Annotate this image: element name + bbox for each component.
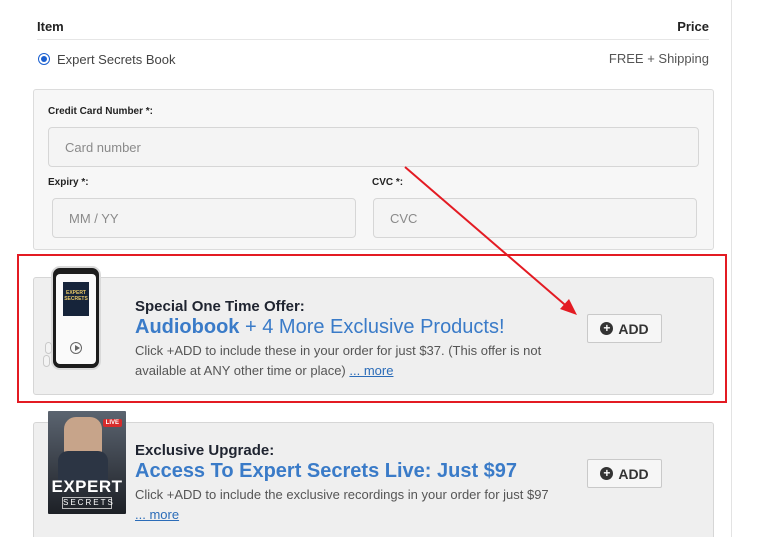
add-button-label: ADD xyxy=(618,320,649,337)
phone-audiobook-icon: EXPERT SECRETS xyxy=(51,266,101,370)
offer-headline: Access To Expert Secrets Live: Just $97 xyxy=(135,460,517,483)
cover-text: EXPERT SECRETS xyxy=(64,290,88,302)
book-cover-subtitle: SECRETS xyxy=(62,497,115,509)
cvc-input[interactable]: CVC xyxy=(373,198,697,238)
expiry-label: Expiry *: xyxy=(48,177,89,188)
page-border xyxy=(731,0,732,537)
offer-description-text: Click +ADD to include the exclusive reco… xyxy=(135,487,549,502)
plus-circle-icon: + xyxy=(600,467,614,480)
offer-headline-bold: Access To Expert Secrets Live: Just $97 xyxy=(135,460,518,482)
more-link[interactable]: ... more xyxy=(349,363,393,378)
plus-circle-icon: + xyxy=(600,322,614,335)
add-audiobook-button[interactable]: + ADD xyxy=(587,314,662,343)
offer-headline-bold: Audiobook xyxy=(135,316,240,338)
add-button-label: ADD xyxy=(618,465,649,482)
book-cover-icon: LIVE EXPERT SECRETS xyxy=(48,411,126,514)
item-column-header: Item xyxy=(37,19,64,34)
product-radio[interactable] xyxy=(38,53,50,65)
offer-description: Click +ADD to include the exclusive reco… xyxy=(135,485,555,525)
live-badge: LIVE xyxy=(102,419,122,427)
earbud-icon xyxy=(43,355,50,367)
offer-audiobook: Special One Time Offer: Audiobook + 4 Mo… xyxy=(33,277,714,395)
price-column-header: Price xyxy=(677,19,709,34)
earbud-icon xyxy=(45,342,52,354)
card-number-label: Credit Card Number *: xyxy=(48,106,154,117)
more-link[interactable]: ... more xyxy=(135,507,179,522)
product-row[interactable]: Expert Secrets Book FREE + Shipping xyxy=(37,51,709,71)
offer-description: Click +ADD to include these in your orde… xyxy=(135,341,555,381)
offer-title: Exclusive Upgrade: xyxy=(135,442,275,459)
product-price: FREE + Shipping xyxy=(608,51,709,66)
product-name: Expert Secrets Book xyxy=(57,52,176,67)
order-table-header: Item Price xyxy=(37,19,709,40)
offer-headline: Audiobook + 4 More Exclusive Products! xyxy=(135,316,505,339)
play-icon xyxy=(70,342,82,354)
offer-live-upgrade: Exclusive Upgrade: Access To Expert Secr… xyxy=(33,422,714,537)
offer-headline-rest: + 4 More Exclusive Products! xyxy=(239,316,505,338)
payment-form: Credit Card Number *: Card number Expiry… xyxy=(33,89,714,250)
cvc-label: CVC *: xyxy=(372,177,404,188)
offer-title: Special One Time Offer: xyxy=(135,298,305,315)
card-number-input[interactable]: Card number xyxy=(48,127,699,167)
add-live-upgrade-button[interactable]: + ADD xyxy=(587,459,662,488)
offer-description-text: Click +ADD to include these in your orde… xyxy=(135,343,542,378)
book-cover-title: EXPERT xyxy=(51,477,123,496)
expiry-input[interactable]: MM / YY xyxy=(52,198,356,238)
